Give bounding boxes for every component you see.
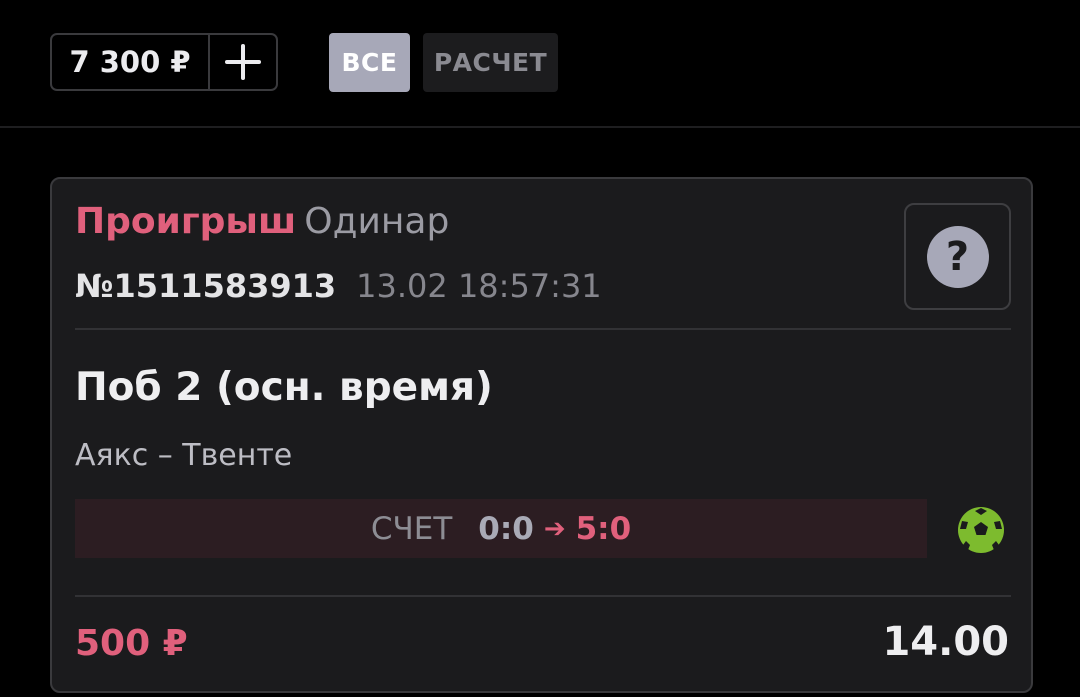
score-final: 5:0 bbox=[575, 510, 632, 547]
plus-icon bbox=[225, 44, 261, 80]
card-divider bbox=[75, 595, 1011, 597]
balance-widget: 7 300 ₽ bbox=[50, 33, 278, 91]
arrow-right-icon: ➔ bbox=[543, 513, 566, 544]
bet-type: Одинар bbox=[304, 201, 450, 242]
help-button[interactable]: ? bbox=[904, 203, 1011, 310]
balance-amount[interactable]: 7 300 ₽ bbox=[52, 35, 210, 89]
score-initial: 0:0 bbox=[478, 510, 534, 547]
bet-odds: 14.00 bbox=[882, 619, 1009, 665]
top-bar: 7 300 ₽ ВСЕ РАСЧЕТ bbox=[0, 0, 1080, 127]
header-divider bbox=[0, 126, 1080, 128]
soccer-ball-icon bbox=[958, 507, 1004, 553]
bet-result-status: Проигрыш bbox=[75, 201, 297, 242]
add-funds-button[interactable] bbox=[210, 35, 276, 89]
filter-settled-button[interactable]: РАСЧЕТ bbox=[423, 33, 558, 92]
bet-id-line: №1511583913 13.02 18:57:31 bbox=[75, 267, 602, 305]
bet-datetime: 13.02 18:57:31 bbox=[356, 267, 602, 305]
score-label: СЧЕТ bbox=[370, 510, 453, 547]
bet-market: Поб 2 (осн. время) bbox=[75, 365, 493, 410]
bet-number: №1511583913 bbox=[75, 267, 337, 305]
bet-status-line: Проигрыш Одинар bbox=[75, 201, 449, 242]
bet-card[interactable]: Проигрыш Одинар №1511583913 13.02 18:57:31… bbox=[50, 177, 1033, 693]
filter-all-button[interactable]: ВСЕ bbox=[329, 33, 410, 92]
question-icon: ? bbox=[926, 225, 989, 288]
event-name: Аякс – Твенте bbox=[75, 438, 293, 473]
card-divider bbox=[75, 328, 1011, 330]
score-bar: СЧЕТ 0:0 ➔ 5:0 bbox=[75, 499, 927, 558]
bet-stake: 500 ₽ bbox=[75, 623, 188, 664]
